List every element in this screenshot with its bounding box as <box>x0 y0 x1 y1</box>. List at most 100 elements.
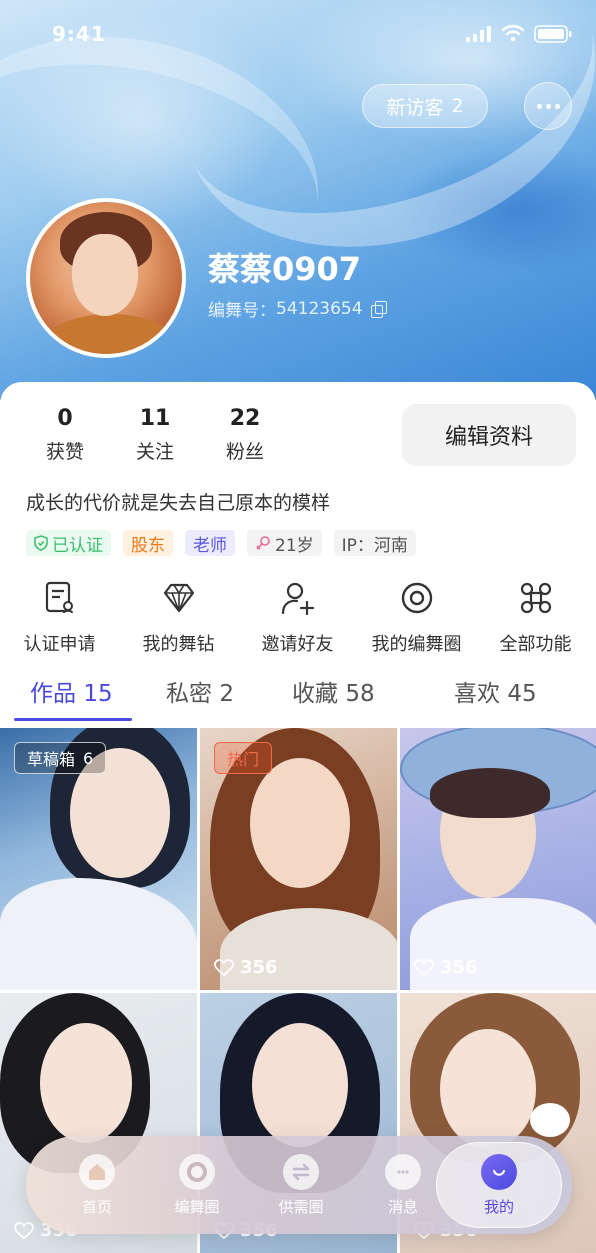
shareholder-badge: 股东 <box>123 530 173 556</box>
drafts-label: 草稿箱 <box>27 750 76 769</box>
function-label: 我的编舞圈 <box>371 634 462 655</box>
function-invite-friends[interactable]: 邀请好友 <box>238 580 357 656</box>
tab-count: 45 <box>507 681 537 707</box>
more-dot-icon <box>545 103 551 109</box>
function-label: 邀请好友 <box>261 634 334 655</box>
avatar[interactable] <box>26 198 186 358</box>
function-certification[interactable]: 认证申请 <box>0 580 119 656</box>
tab-count: 58 <box>345 681 375 707</box>
tab-label: 我的 <box>483 1198 514 1216</box>
tab-label: 私密 <box>166 681 212 707</box>
like-count: 356 <box>214 957 278 978</box>
more-dot-icon <box>554 103 560 109</box>
function-label: 我的舞钻 <box>142 634 215 655</box>
user-id: 编舞号： 54123654 <box>208 296 387 321</box>
ring-icon <box>179 1154 215 1190</box>
circle-target-icon <box>401 582 432 614</box>
tab-messages[interactable]: 消息 <box>358 1154 448 1217</box>
tab-label: 收藏 <box>292 681 338 707</box>
new-visitors-count: 2 <box>451 95 464 117</box>
function-shortcuts: 认证申请 我的舞钻 邀请好友 我的编舞圈 全部功能 <box>0 580 596 656</box>
ip-location-badge: IP：河南 <box>333 530 416 556</box>
tab-liked[interactable]: 喜欢 45 <box>454 674 537 708</box>
stat-label: 关注 <box>135 441 174 463</box>
heart-icon <box>414 958 434 976</box>
stats-row: 0 获赞 11 关注 22 粉丝 <box>20 406 290 464</box>
tab-label: 首页 <box>81 1198 112 1216</box>
tab-private[interactable]: 私密 2 <box>166 674 234 708</box>
work-thumbnail[interactable]: 356 <box>400 728 596 990</box>
new-visitors-label: 新访客 <box>386 96 444 119</box>
stat-likes[interactable]: 0 获赞 <box>20 406 110 464</box>
status-time: 9:41 <box>52 22 106 46</box>
tab-supply-demand[interactable]: 供需圈 <box>256 1154 346 1217</box>
tab-choreo-circle[interactable]: 编舞圈 <box>152 1154 242 1217</box>
edit-profile-button[interactable]: 编辑资料 <box>402 404 576 466</box>
username: 蔡蔡0907 <box>208 250 362 288</box>
tab-label: 供需圈 <box>278 1198 324 1216</box>
age-badge: 21岁 <box>247 530 322 556</box>
swap-icon <box>283 1154 319 1190</box>
female-icon <box>256 536 270 550</box>
tab-favorites[interactable]: 收藏 58 <box>292 674 375 708</box>
tab-me[interactable]: 我的 <box>454 1154 544 1217</box>
active-tab-indicator <box>14 718 132 721</box>
function-label: 全部功能 <box>499 634 572 655</box>
work-thumbnail[interactable]: 热门 356 <box>200 728 397 990</box>
stat-following[interactable]: 11 关注 <box>110 406 200 464</box>
tab-count: 2 <box>219 681 234 707</box>
copy-icon[interactable] <box>370 300 387 318</box>
stat-label: 获赞 <box>45 441 84 463</box>
verified-badge: 已认证 <box>26 530 111 556</box>
like-count-value: 356 <box>240 957 278 978</box>
drafts-badge[interactable]: 草稿箱 6 <box>14 742 107 774</box>
add-user-icon <box>281 582 314 616</box>
function-label: 认证申请 <box>23 634 96 655</box>
stat-label: 粉丝 <box>225 441 264 463</box>
teacher-badge: 老师 <box>185 530 235 556</box>
stat-number: 22 <box>229 406 261 431</box>
diamond-icon <box>163 583 194 613</box>
drafts-count: 6 <box>83 748 94 768</box>
grid-command-icon <box>520 582 551 614</box>
stat-number: 11 <box>139 406 171 431</box>
tab-label: 编舞圈 <box>174 1198 220 1216</box>
bio-text: 成长的代价就是失去自己原本的模样 <box>26 492 331 514</box>
stat-followers[interactable]: 22 粉丝 <box>200 406 290 464</box>
hot-badge: 热门 <box>214 742 273 774</box>
like-count-value: 356 <box>440 957 478 978</box>
age-label: 21岁 <box>275 535 314 556</box>
function-all-features[interactable]: 全部功能 <box>476 580 595 656</box>
work-thumbnail-drafts[interactable]: 草稿箱 6 <box>0 728 197 990</box>
function-my-choreo-circle[interactable]: 我的编舞圈 <box>357 580 476 656</box>
tab-label: 消息 <box>387 1198 418 1216</box>
shield-check-icon <box>34 535 48 551</box>
heart-icon <box>214 958 234 976</box>
user-id-value: 54123654 <box>276 298 363 319</box>
bottom-tab-bar: 首页 编舞圈 供需圈 消息 我的 <box>26 1136 572 1234</box>
chat-icon <box>385 1154 421 1190</box>
smile-icon <box>481 1154 517 1190</box>
verified-label: 已认证 <box>52 535 103 556</box>
stat-number: 0 <box>57 406 73 431</box>
tag-list: 已认证 股东 老师 21岁 IP：河南 <box>26 530 416 556</box>
heart-icon <box>14 1221 34 1239</box>
user-id-label: 编舞号： <box>208 301 276 321</box>
signal-icon <box>466 26 491 42</box>
tab-count: 15 <box>83 681 113 707</box>
wifi-icon <box>502 24 524 42</box>
more-options-button[interactable] <box>524 82 572 130</box>
new-visitors-button[interactable]: 新访客 2 <box>362 84 488 128</box>
tab-label: 作品 <box>30 681 76 707</box>
tab-label: 喜欢 <box>454 681 500 707</box>
status-bar: 9:41 <box>0 22 596 48</box>
tab-home[interactable]: 首页 <box>52 1154 142 1217</box>
more-dot-icon <box>536 103 542 109</box>
like-count: 356 <box>414 957 478 978</box>
certificate-icon <box>45 581 73 614</box>
content-tabs: 作品 15 私密 2 收藏 58 喜欢 45 <box>0 674 596 724</box>
function-my-diamonds[interactable]: 我的舞钻 <box>119 580 238 656</box>
battery-icon <box>534 25 572 43</box>
tab-works[interactable]: 作品 15 <box>30 674 113 708</box>
home-icon <box>79 1154 115 1190</box>
